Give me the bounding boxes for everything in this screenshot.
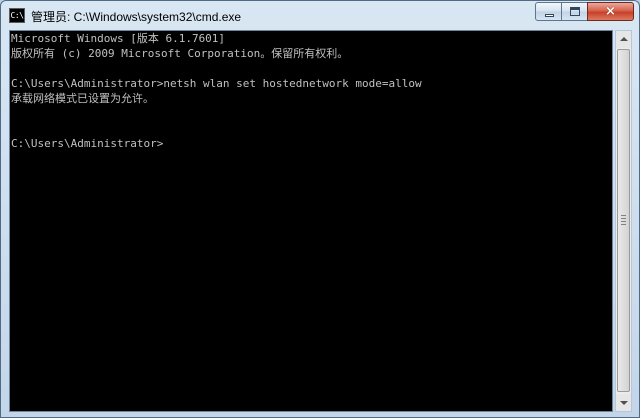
console-line: C:\Users\Administrator>netsh wlan set ho…: [11, 77, 422, 90]
scroll-down-button[interactable]: [616, 394, 631, 411]
window-title: 管理员: C:\Windows\system32\cmd.exe: [31, 10, 242, 24]
close-icon: ×: [605, 4, 616, 19]
grip-line: [621, 224, 626, 225]
grip-line: [621, 218, 626, 219]
title-bar[interactable]: C:\ 管理员: C:\Windows\system32\cmd.exe ×: [1, 1, 639, 30]
console-line: 版权所有 (c) 2009 Microsoft Corporation。保留所有…: [11, 47, 349, 60]
grip-line: [621, 215, 626, 216]
minimize-icon: [545, 14, 554, 17]
arrow-down-icon: [620, 401, 628, 405]
console-line: Microsoft Windows [版本 6.1.7601]: [11, 32, 226, 45]
cmd-window: C:\ 管理员: C:\Windows\system32\cmd.exe × M…: [0, 0, 640, 418]
console-output[interactable]: Microsoft Windows [版本 6.1.7601] 版权所有 (c)…: [9, 30, 613, 412]
arrow-up-icon: [620, 37, 628, 41]
close-button[interactable]: ×: [587, 2, 634, 21]
window-controls: ×: [535, 2, 634, 21]
console-prompt: C:\Users\Administrator>: [11, 137, 164, 150]
console-line: 承载网络模式已设置为允许。: [11, 92, 154, 105]
vertical-scrollbar[interactable]: [615, 30, 632, 412]
cmd-app-icon[interactable]: C:\: [9, 8, 25, 23]
scroll-up-button[interactable]: [616, 31, 631, 48]
maximize-icon: [570, 7, 580, 16]
maximize-button[interactable]: [561, 2, 588, 21]
scrollbar-thumb[interactable]: [617, 49, 630, 392]
grip-line: [621, 221, 626, 222]
minimize-button[interactable]: [535, 2, 562, 21]
